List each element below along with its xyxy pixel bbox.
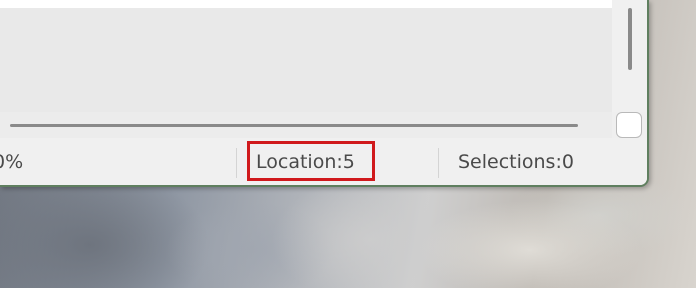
editor-window: 0% Location:5 Selections:0 xyxy=(0,0,649,187)
status-divider xyxy=(236,148,237,178)
scrollbar-corner xyxy=(616,112,642,138)
vertical-scrollbar-thumb[interactable] xyxy=(628,8,632,70)
status-divider xyxy=(438,148,439,178)
screen: 0% Location:5 Selections:0 xyxy=(0,0,696,288)
selections-indicator: Selections:0 xyxy=(458,151,574,173)
location-indicator: Location:5 xyxy=(256,151,355,173)
zoom-level: 0% xyxy=(0,151,24,173)
title-area-edge xyxy=(0,0,647,8)
status-bar: 0% Location:5 Selections:0 xyxy=(0,138,647,185)
horizontal-scrollbar-thumb[interactable] xyxy=(10,124,578,127)
